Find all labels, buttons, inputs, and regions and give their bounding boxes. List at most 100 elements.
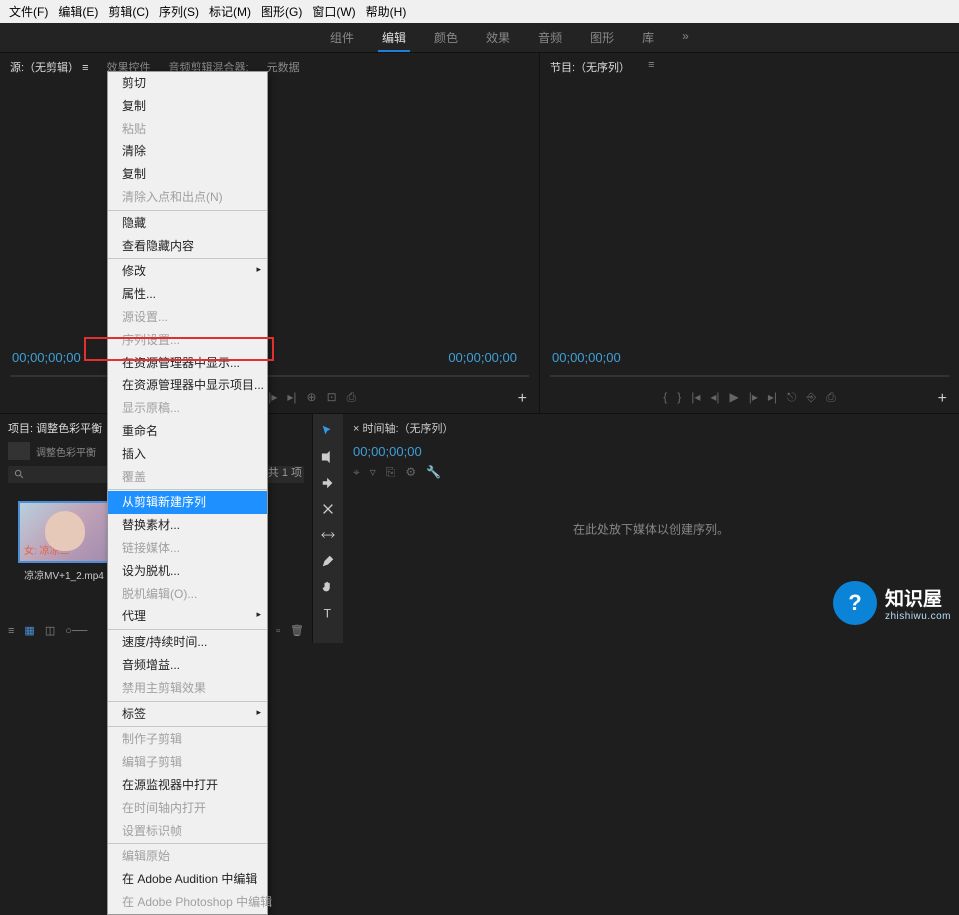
context-menu-item[interactable]: 复制: [108, 163, 267, 186]
menu-item[interactable]: 标记(M): [206, 2, 254, 21]
bin-label: 调整色彩平衡: [36, 444, 96, 459]
menu-item[interactable]: 编辑(E): [55, 2, 101, 21]
play-icon[interactable]: ▶: [730, 390, 739, 405]
ripple-edit-icon[interactable]: [321, 476, 335, 493]
context-menu-item: 制作子剪辑: [108, 728, 267, 751]
watermark: ? 知识屋 zhishiwu.com: [833, 581, 951, 625]
go-in-icon[interactable]: |◂: [691, 390, 700, 405]
menu-item[interactable]: 帮助(H): [363, 2, 410, 21]
menu-separator: [108, 210, 267, 211]
context-menu-item: 源设置...: [108, 306, 267, 329]
timeline-tab[interactable]: × 时间轴:（无序列）: [343, 414, 959, 442]
context-menu-item[interactable]: 代理: [108, 605, 267, 628]
context-menu-item[interactable]: 从剪辑新建序列: [108, 491, 267, 514]
workspace-tab[interactable]: 组件: [330, 29, 354, 46]
menu-separator: [108, 489, 267, 490]
hand-tool-icon[interactable]: [321, 580, 335, 597]
context-menu-item[interactable]: 插入: [108, 443, 267, 466]
panel-menu-icon[interactable]: ≡: [648, 59, 654, 75]
timeline-header-icons[interactable]: ⌖ ▿ ⎘ ⚙ 🔧: [343, 461, 959, 484]
context-menu-item[interactable]: 标签: [108, 703, 267, 726]
pen-tool-icon[interactable]: [321, 554, 335, 571]
mark-out-icon[interactable]: }: [677, 390, 681, 405]
step-back-icon[interactable]: ◂|: [710, 390, 719, 405]
context-menu-item[interactable]: 复制: [108, 95, 267, 118]
slip-tool-icon[interactable]: [321, 528, 335, 545]
context-menu-item[interactable]: 在资源管理器中显示项目...: [108, 374, 267, 397]
snap-icon[interactable]: ⌖: [353, 465, 360, 480]
workspace-more-icon[interactable]: »: [682, 29, 689, 46]
go-out-icon[interactable]: ▸|: [287, 390, 296, 405]
context-menu-item[interactable]: 设为脱机...: [108, 560, 267, 583]
source-transport[interactable]: { } |◂ ◂| ▶ |▸ ▸| ⊕ ⊡ ⎙ +: [0, 390, 539, 405]
timeline-empty-message: 在此处放下媒体以创建序列。: [573, 520, 729, 537]
clip-thumbnail[interactable]: [18, 501, 110, 563]
source-timecode-in[interactable]: 00;00;00;00: [12, 350, 81, 365]
context-menu-item[interactable]: 替换素材...: [108, 514, 267, 537]
track-select-icon[interactable]: [321, 450, 335, 467]
workspace-tab[interactable]: 颜色: [434, 29, 458, 46]
program-timecode[interactable]: 00;00;00;00: [552, 350, 621, 365]
extract-icon[interactable]: ⎆: [807, 390, 817, 405]
context-menu-item[interactable]: 音频增益...: [108, 654, 267, 677]
program-ruler[interactable]: [550, 375, 949, 377]
clip-item[interactable]: 凉凉MV+1_2.mp4: [18, 501, 110, 582]
selection-tool-icon[interactable]: [321, 424, 335, 441]
marker-icon[interactable]: ▿: [370, 465, 376, 480]
context-menu[interactable]: 剪切复制粘贴清除复制清除入点和出点(N)隐藏查看隐藏内容修改属性...源设置..…: [107, 71, 268, 915]
project-tab[interactable]: 项目: 调整色彩平衡: [8, 420, 102, 436]
export-frame-icon[interactable]: ⎙: [826, 390, 836, 405]
menu-item[interactable]: 窗口(W): [309, 2, 358, 21]
button-editor-icon[interactable]: +: [938, 390, 947, 408]
bin-icon: [8, 442, 30, 460]
source-ruler[interactable]: [10, 375, 529, 377]
item-count: 共 1 项: [268, 464, 302, 480]
context-menu-item[interactable]: 隐藏: [108, 212, 267, 235]
context-menu-item[interactable]: 属性...: [108, 283, 267, 306]
link-icon[interactable]: ⎘: [386, 465, 396, 480]
insert-icon[interactable]: ⊕: [307, 390, 317, 405]
context-menu-item[interactable]: 在 Adobe Audition 中编辑: [108, 868, 267, 891]
wrench-icon[interactable]: 🔧: [426, 465, 441, 480]
button-editor-icon[interactable]: +: [518, 390, 527, 408]
menu-item[interactable]: 文件(F): [6, 2, 51, 21]
context-menu-item[interactable]: 剪切: [108, 72, 267, 95]
overwrite-icon[interactable]: ⊡: [327, 390, 337, 405]
context-menu-item[interactable]: 清除: [108, 140, 267, 163]
workspace-tab[interactable]: 音频: [538, 29, 562, 46]
menu-item[interactable]: 序列(S): [156, 2, 202, 21]
tool-palette[interactable]: T: [313, 414, 343, 643]
razor-tool-icon[interactable]: [321, 502, 335, 519]
workspace-tab[interactable]: 编辑: [382, 29, 406, 46]
watermark-badge-icon: ?: [833, 581, 877, 625]
workspace-tab[interactable]: 效果: [486, 29, 510, 46]
watermark-url: zhishiwu.com: [885, 611, 951, 622]
settings-icon[interactable]: ⚙: [405, 465, 416, 480]
source-tab[interactable]: 元数据: [267, 59, 300, 75]
source-tab[interactable]: 源:（无剪辑） ≡: [10, 59, 89, 75]
mark-in-icon[interactable]: {: [663, 390, 667, 405]
context-menu-item[interactable]: 在源监视器中打开: [108, 774, 267, 797]
menu-item[interactable]: 剪辑(C): [105, 2, 152, 21]
workspace-tab[interactable]: 图形: [590, 29, 614, 46]
timeline-timecode[interactable]: 00;00;00;00: [343, 442, 959, 461]
lift-icon[interactable]: ⎋: [787, 390, 797, 405]
step-fwd-icon[interactable]: |▸: [749, 390, 758, 405]
context-menu-item[interactable]: 查看隐藏内容: [108, 235, 267, 258]
step-fwd-icon[interactable]: |▸: [268, 390, 277, 405]
workspace-tab[interactable]: 库: [642, 29, 654, 46]
menu-separator: [108, 726, 267, 727]
context-menu-item[interactable]: 在资源管理器中显示...: [108, 352, 267, 375]
context-menu-item[interactable]: 修改: [108, 260, 267, 283]
type-tool-icon[interactable]: T: [321, 606, 335, 623]
app-menubar[interactable]: 文件(F)编辑(E)剪辑(C)序列(S)标记(M)图形(G)窗口(W) 帮助(H): [0, 0, 959, 23]
context-menu-item[interactable]: 重命名: [108, 420, 267, 443]
export-frame-icon[interactable]: ⎙: [347, 390, 357, 405]
menu-item[interactable]: 图形(G): [258, 2, 305, 21]
context-menu-item: 覆盖: [108, 466, 267, 489]
program-transport[interactable]: { } |◂ ◂| ▶ |▸ ▸| ⎋ ⎆ ⎙ +: [540, 390, 959, 405]
context-menu-item[interactable]: 速度/持续时间...: [108, 631, 267, 654]
go-out-icon[interactable]: ▸|: [768, 390, 777, 405]
program-tab[interactable]: 节目:（无序列）: [550, 59, 630, 75]
source-panel-tabs[interactable]: 源:（无剪辑） ≡效果控件音频剪辑混合器:元数据: [0, 53, 539, 81]
